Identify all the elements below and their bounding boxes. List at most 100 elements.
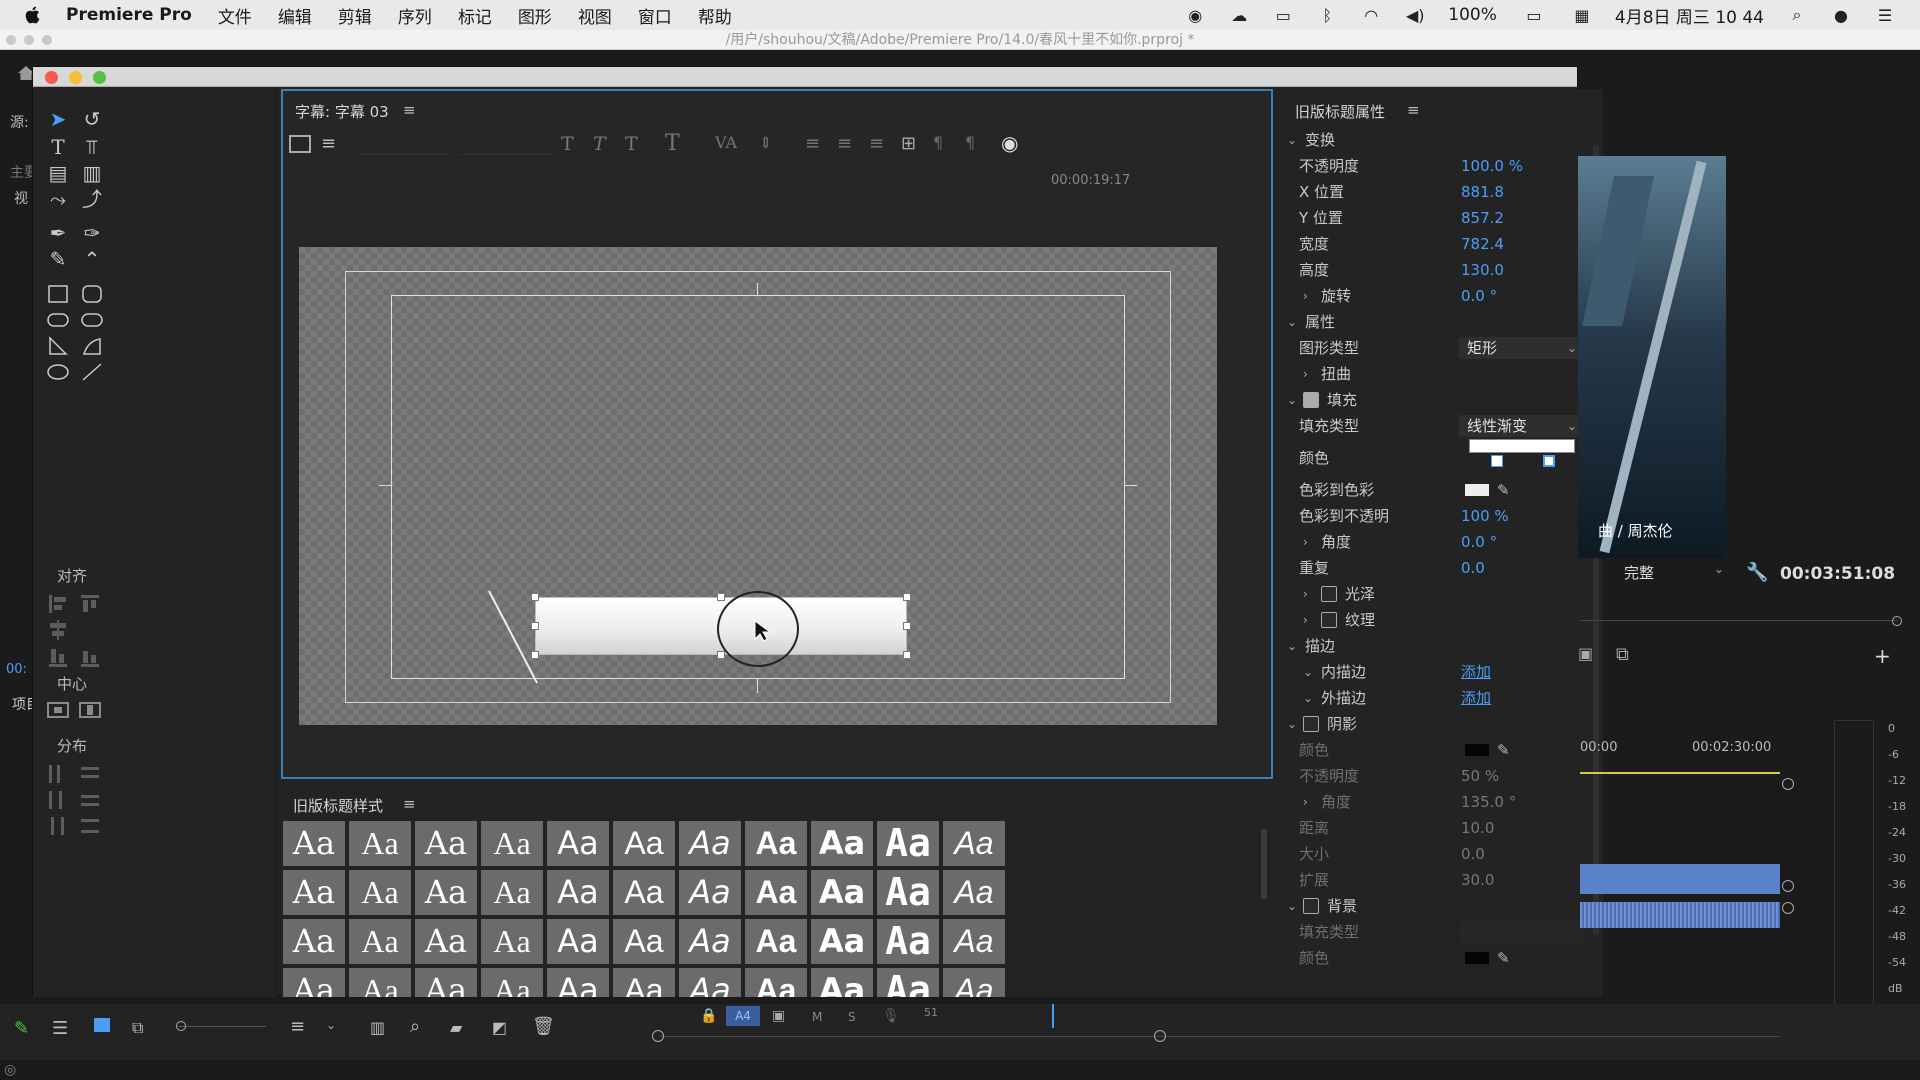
airplay-icon[interactable]: ▭ [1272,6,1294,25]
style-swatch[interactable]: Aa [877,821,939,866]
chevron-down-icon[interactable]: ⌄ [1287,389,1297,411]
chevron-down-icon[interactable]: ⌄ [1287,635,1297,657]
mute-button[interactable]: M [812,1010,822,1024]
program-timecode[interactable]: 00:03:51:08 [1780,564,1895,584]
center-horizontal-icon[interactable] [47,699,71,721]
texture-checkbox[interactable] [1321,612,1337,628]
distribute-5-icon[interactable] [47,815,71,837]
status-icon[interactable]: ◎ [4,1062,16,1078]
record-icon[interactable]: ◉ [1184,6,1206,25]
repeat-value[interactable]: 0.0 [1461,557,1485,579]
video-clip[interactable] [1580,864,1780,894]
align-bottom-icon[interactable] [47,645,71,667]
style-swatch[interactable]: Aa [811,968,873,997]
convert-anchor-tool-icon[interactable]: ⌃ [79,247,105,271]
shadow-spread-value[interactable]: 30.0 [1461,869,1494,891]
canvas-timecode[interactable]: 00:00:19:17 [1051,173,1130,188]
inner-stroke-add-link[interactable]: 添加 [1461,661,1491,683]
chevron-down-icon[interactable]: ⌄ [1287,713,1297,735]
distort-row[interactable]: › 扭曲 [1273,363,1573,385]
style-swatch[interactable]: Aa [481,821,543,866]
inner-stroke-row[interactable]: ⌄ 内描边 添加 [1273,661,1573,683]
style-swatch[interactable]: Aa [547,821,609,866]
chevron-right-icon[interactable]: › [1303,531,1308,553]
chevron-right-icon[interactable]: › [1303,583,1308,605]
menu-graphics[interactable]: 图形 [518,3,552,28]
wrench-icon[interactable]: 🔧 [1746,562,1768,583]
sheen-checkbox[interactable] [1321,586,1337,602]
style-swatch[interactable]: Aa [877,919,939,964]
height-value[interactable]: 130.0 [1461,259,1504,281]
handle-ml[interactable] [531,622,539,630]
compare-view-icon[interactable]: ⧉ [1616,644,1629,665]
eyedropper-icon[interactable]: ✎ [1497,739,1510,761]
stroke-section[interactable]: ⌄ 描边 [1273,635,1573,657]
bold-icon[interactable]: T [561,133,574,155]
align-text-center-icon[interactable]: ≡ [837,133,852,154]
chevron-right-icon[interactable]: › [1303,363,1308,385]
shadow-size-value[interactable]: 0.0 [1461,843,1485,865]
type-tool-icon[interactable]: T [45,135,71,159]
menu-marker[interactable]: 标记 [458,3,492,28]
clock[interactable]: 4月8日 周三 10 44 [1615,3,1764,28]
rotation-value[interactable]: 0.0 ° [1461,285,1497,307]
distribute-6-icon[interactable] [79,815,103,837]
style-swatch[interactable]: Aa [415,968,477,997]
delete-anchor-tool-icon[interactable]: ✑ [79,221,105,245]
titler-zoom-button[interactable] [93,71,106,84]
center-vertical-icon[interactable] [79,699,103,721]
style-swatch[interactable]: Aa [745,870,807,915]
align-top-icon[interactable] [79,593,103,615]
align-vbottom-icon[interactable] [79,645,103,667]
style-swatch[interactable]: Aa [613,821,675,866]
playhead-line[interactable] [1052,1004,1054,1028]
handle-tm[interactable] [717,593,725,601]
sort-icon[interactable]: ≡ [290,1016,305,1037]
style-swatch[interactable]: Aa [745,821,807,866]
timeline-zoom-bar[interactable] [660,1036,1780,1037]
gradient-bar[interactable] [1469,439,1575,453]
style-swatch[interactable]: Aa [943,968,1005,997]
titler-close-button[interactable] [45,71,58,84]
list-view-icon[interactable]: ☰ [52,1018,68,1039]
rotate-tool-icon[interactable]: ↺ [79,107,105,131]
shadow-angle-row[interactable]: › 角度 135.0 ° [1273,791,1573,813]
color-to-opacity-value[interactable]: 100 % [1461,505,1509,527]
style-swatch[interactable]: Aa [349,870,411,915]
timeline-zoom-knob-right[interactable] [1154,1030,1166,1042]
timeline-work-area-bar[interactable] [1580,772,1780,774]
style-swatch[interactable]: Aa [349,919,411,964]
style-swatch[interactable]: Aa [745,919,807,964]
style-swatch[interactable]: Aa [679,821,741,866]
line-tool-icon[interactable] [79,361,105,385]
handle-tr[interactable] [903,593,911,601]
chevron-down-icon[interactable]: ⌄ [1287,895,1297,917]
arc-tool-icon[interactable] [79,335,105,359]
style-swatch[interactable]: Aa [679,919,741,964]
clipped-corner-tool-icon[interactable] [45,309,71,333]
style-swatch[interactable]: Aa [547,919,609,964]
freeform-view-icon[interactable]: ⧉ [132,1018,143,1038]
minimize-dot[interactable] [24,35,34,45]
style-swatch[interactable]: Aa [349,968,411,997]
menu-clip[interactable]: 剪辑 [338,3,372,28]
add-button-icon[interactable]: + [1874,644,1891,668]
style-swatch[interactable]: Aa [811,821,873,866]
font-family-dropdown[interactable] [359,133,451,155]
fill-checkbox[interactable] [1303,392,1319,408]
distribute-3-icon[interactable] [47,789,71,811]
style-swatch[interactable]: Aa [943,870,1005,915]
close-dot[interactable] [6,35,16,45]
bluetooth-icon[interactable]: ᛒ [1316,6,1338,25]
gradient-stop-left[interactable] [1491,455,1503,467]
style-swatch[interactable]: Aa [547,968,609,997]
style-swatch[interactable]: Aa [283,919,345,964]
outer-stroke-row[interactable]: ⌄ 外描边 添加 [1273,687,1573,709]
menu-window[interactable]: 窗口 [638,3,672,28]
style-swatch[interactable]: Aa [811,919,873,964]
vertical-area-type-tool-icon[interactable]: ▥ [79,161,105,185]
align-text-left-icon[interactable]: ≡ [805,133,820,154]
rotation-row[interactable]: › 旋转 0.0 ° [1273,285,1573,307]
style-swatch[interactable]: Aa [283,968,345,997]
distribute-2-icon[interactable] [79,763,103,785]
